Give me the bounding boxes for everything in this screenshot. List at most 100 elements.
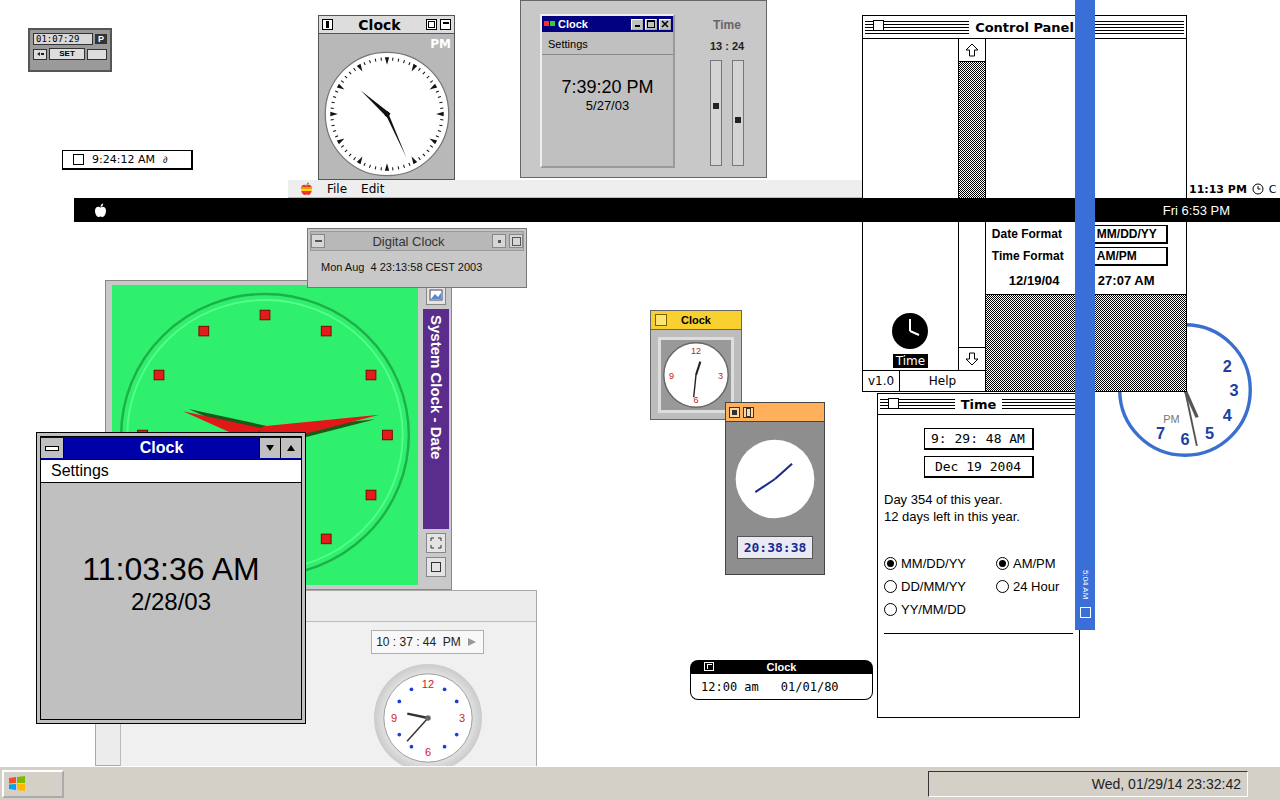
menu-bar: Settings (40, 460, 302, 483)
apple-logo-icon[interactable] (94, 203, 107, 218)
clock-widget[interactable]: 20:38:38 (725, 402, 825, 575)
analog-clock-window[interactable]: ClockPM (318, 15, 455, 180)
time-panel-item[interactable]: Time (890, 311, 930, 368)
help-button[interactable]: Help (900, 371, 985, 391)
minimize-icon[interactable] (492, 234, 506, 248)
time-field[interactable]: 10 : 37 : 44 PM (371, 630, 484, 654)
close-box-icon[interactable] (888, 398, 899, 409)
date-format-radio[interactable]: MM/DD/YY (884, 556, 996, 571)
menu-clock[interactable]: Fri 6:53 PM (1163, 203, 1230, 218)
title-bar[interactable]: Digital Clock (310, 231, 524, 251)
menu-item[interactable]: File (327, 182, 347, 196)
scroll-down-icon[interactable] (959, 347, 985, 370)
side-bar: 5:04 AM (1075, 0, 1095, 630)
menu-bar: Settings (542, 32, 673, 54)
window-menu-icon[interactable] (311, 234, 325, 248)
radio-icon[interactable] (884, 580, 897, 593)
title-bar[interactable]: Control Panel (863, 16, 1186, 39)
date-format-field[interactable]: MM/DD/YY (1092, 225, 1168, 244)
settings-menu[interactable]: Settings (548, 38, 588, 50)
window-title: Clock (558, 18, 629, 30)
system-tray-clock[interactable]: Wed, 01/29/14 23:32:42 (928, 771, 1248, 797)
time-format-radio[interactable]: AM/PM (996, 556, 1059, 571)
title-bar[interactable]: Clock (319, 16, 454, 34)
apple-logo-icon[interactable] (300, 182, 313, 196)
clock-window[interactable]: Clock Settings 11:03:36 AM2/28/03 (36, 432, 306, 724)
maximize-icon[interactable] (509, 234, 523, 248)
clock-face: 12369 (382, 672, 474, 764)
system-menu-icon[interactable] (41, 438, 64, 458)
scroll-up-icon[interactable] (959, 39, 985, 62)
maximize-icon[interactable] (280, 438, 301, 458)
time-value[interactable]: 27:07 AM (1098, 273, 1155, 288)
start-button[interactable] (2, 770, 64, 798)
title-bar[interactable]: Clock (542, 16, 673, 32)
radio-label: DD/MM/YY (901, 579, 966, 594)
date-field[interactable]: Dec 19 2004 (924, 456, 1034, 478)
spin-arrow-icon[interactable] (465, 635, 479, 649)
checkbox-icon[interactable] (73, 154, 84, 165)
minimize-icon[interactable] (426, 557, 446, 577)
scroll-thumb[interactable] (959, 221, 985, 347)
time-text: 7:39:20 PM (561, 77, 653, 98)
window-icon[interactable] (1080, 607, 1091, 618)
time-window[interactable]: Time9: 29: 48 AMDec 19 2004Day 354 of th… (877, 393, 1080, 718)
time-slider[interactable] (710, 60, 722, 166)
clock-bar[interactable]: Clock12:00 am01/01/80 (690, 660, 873, 700)
time-format-field[interactable]: AM/PM (1092, 247, 1168, 266)
windows-logo-icon (7, 775, 27, 793)
close-icon[interactable] (729, 407, 740, 418)
mode-icon[interactable] (33, 49, 47, 60)
clock-applet[interactable]: ClockSettings7:39:20 PM5/27/03Time13 : 2… (520, 0, 767, 178)
svg-text:3: 3 (458, 712, 464, 724)
title-bar[interactable]: Clock (40, 436, 302, 460)
maximize-icon[interactable] (645, 19, 657, 30)
radio-icon[interactable] (996, 557, 1009, 570)
minimize-icon[interactable] (631, 19, 643, 30)
title-bar[interactable]: Clock (651, 311, 741, 330)
radio-icon[interactable] (884, 603, 897, 616)
time-format-label: Time Format (986, 249, 1086, 263)
zoom-icon[interactable] (426, 19, 437, 30)
toggle-icon[interactable] (87, 49, 107, 60)
minimize-icon[interactable] (259, 438, 280, 458)
radio-label: MM/DD/YY (901, 556, 966, 571)
date-format-radio[interactable]: DD/MM/YY (884, 579, 996, 594)
title-bar[interactable]: Clock (690, 660, 873, 674)
close-box-icon[interactable] (655, 314, 667, 326)
menu-item[interactable]: Edit (361, 182, 384, 196)
date-text: 2/28/03 (131, 588, 211, 616)
date-format-radio[interactable]: YY/MM/DD (884, 602, 996, 617)
digital-clock-window[interactable]: Digital ClockMon Aug 4 23:13:58 CEST 200… (307, 228, 527, 288)
side-title-bar[interactable]: System Clock - Date (423, 309, 449, 529)
menu-item[interactable]: C (1269, 183, 1277, 196)
side-clock[interactable]: 5:04 AM (1081, 570, 1090, 599)
clock-icon[interactable] (1252, 183, 1264, 195)
radio-icon[interactable] (996, 580, 1009, 593)
time-reading: 13 : 24 (710, 40, 744, 52)
close-icon[interactable] (704, 662, 714, 671)
slider-thumb[interactable] (735, 117, 741, 123)
collapse-icon[interactable] (440, 19, 451, 30)
settings-menu[interactable]: Settings (51, 462, 109, 479)
title-bar[interactable] (726, 403, 824, 422)
watch-widget[interactable]: 01:07:29PSET (28, 28, 112, 72)
radio-icon[interactable] (884, 557, 897, 570)
title-bar[interactable]: Time (878, 394, 1079, 415)
close-icon[interactable] (322, 19, 333, 30)
time-slider[interactable] (732, 60, 744, 166)
menu-clock-strip[interactable]: 9:24:12 AM∂ (62, 150, 193, 170)
menu-clock[interactable]: 11:13 PM (1189, 183, 1247, 196)
time-text: 11:03:36 AM (82, 551, 259, 588)
set-button[interactable]: SET (49, 48, 85, 60)
close-icon[interactable] (659, 19, 671, 30)
resize-icon[interactable] (426, 533, 446, 553)
slider-thumb[interactable] (713, 103, 719, 109)
taskbar: Wed, 01/29/14 23:32:42 (0, 766, 1280, 800)
clock-window[interactable]: ClockSettings7:39:20 PM5/27/03 (540, 14, 675, 168)
time-field[interactable]: 9: 29: 48 AM (924, 428, 1034, 450)
picture-icon[interactable] (426, 285, 446, 305)
pin-icon[interactable] (743, 407, 754, 418)
time-format-radio[interactable]: 24 Hour (996, 579, 1059, 594)
close-box-icon[interactable] (873, 20, 884, 31)
